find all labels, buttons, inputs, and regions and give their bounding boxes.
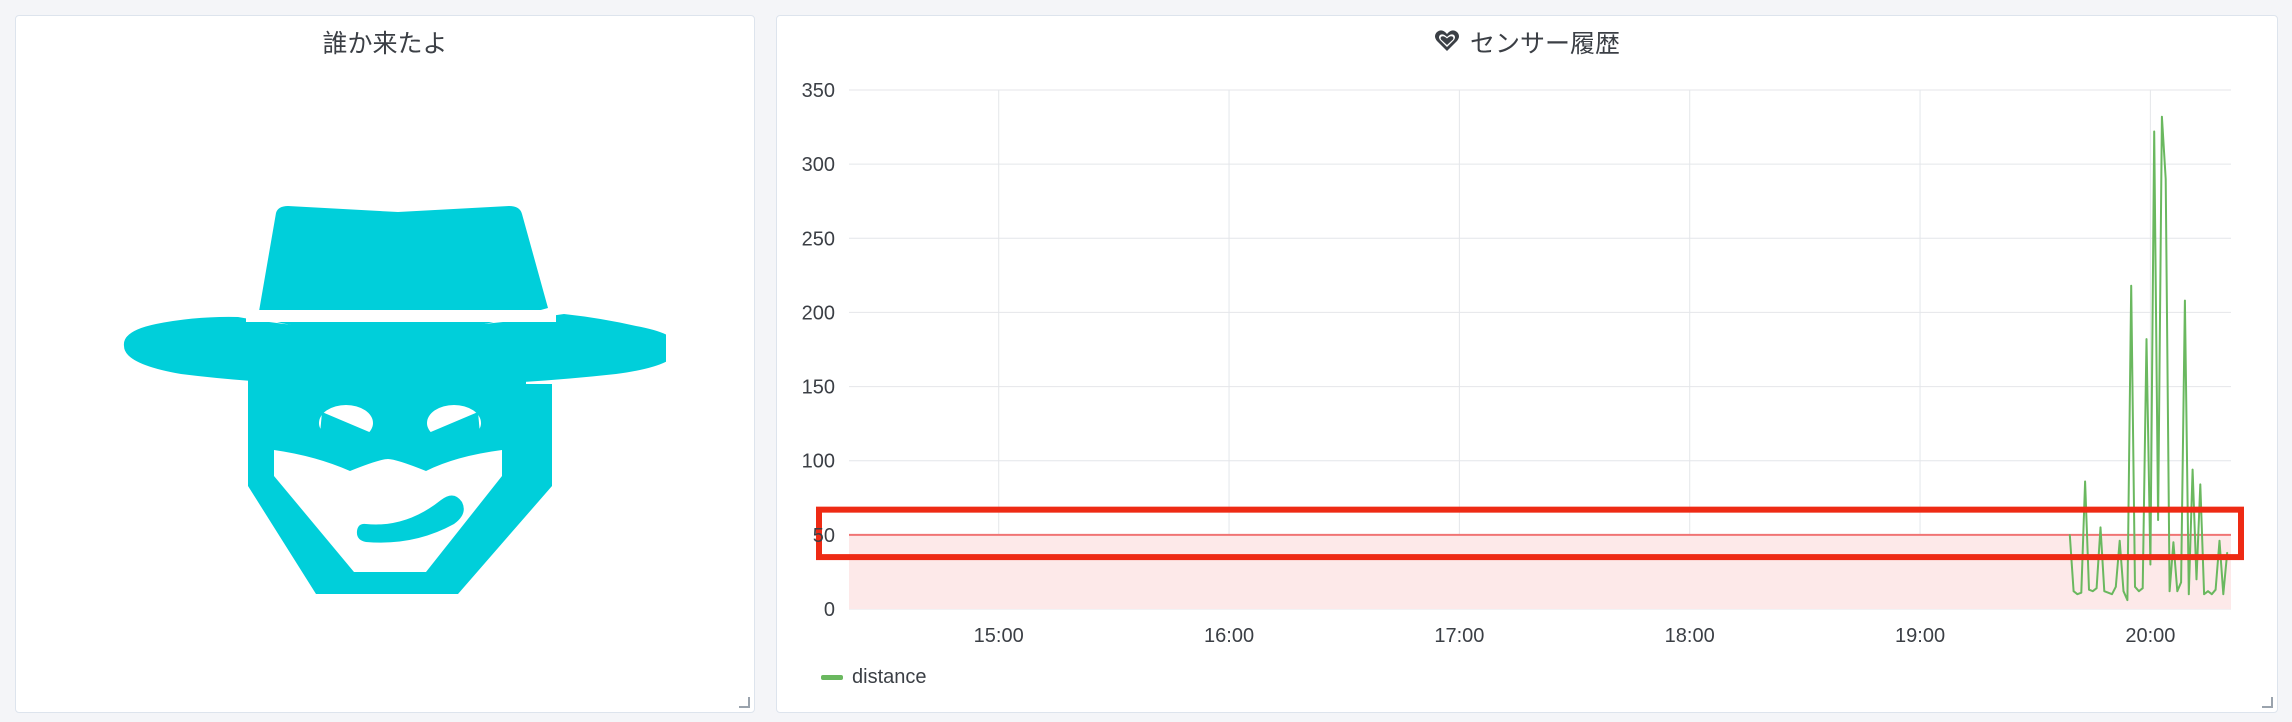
x-tick-label: 16:00 xyxy=(1204,625,1254,647)
y-tick-label: 0 xyxy=(824,599,835,621)
resize-handle-icon[interactable] xyxy=(738,696,750,708)
threshold xyxy=(849,533,2231,609)
data-point xyxy=(2068,534,2071,536)
data-point xyxy=(2076,593,2079,595)
series-line-distance xyxy=(2068,115,2229,602)
data-point xyxy=(2195,578,2198,581)
panel-who-came: 誰か来たよ xyxy=(15,15,755,713)
series xyxy=(2068,115,2229,602)
data-point xyxy=(2157,519,2159,521)
data-point xyxy=(2203,593,2205,595)
y-tick-label: 50 xyxy=(813,525,835,547)
data-point xyxy=(2141,587,2144,590)
data-point xyxy=(2191,468,2194,471)
x-tick-label: 19:00 xyxy=(1895,625,1945,647)
data-point xyxy=(2095,587,2098,590)
data-point xyxy=(2084,480,2086,483)
x-tick-label: 17:00 xyxy=(1434,625,1484,647)
data-point xyxy=(2145,338,2148,340)
data-point xyxy=(2111,593,2113,595)
legend-label: distance xyxy=(852,666,927,688)
data-point xyxy=(2092,590,2094,593)
y-tick-label: 250 xyxy=(802,228,835,250)
legend[interactable]: distance xyxy=(821,666,927,689)
x-tick-label: 20:00 xyxy=(2125,625,2175,647)
threshold-fill xyxy=(849,534,2231,609)
data-point xyxy=(2187,593,2190,595)
data-point xyxy=(2099,526,2102,529)
data-point xyxy=(2180,581,2182,584)
data-point xyxy=(2168,590,2171,593)
x-tick-label: 15:00 xyxy=(974,625,1024,647)
hat xyxy=(123,206,666,386)
y-tick-label: 100 xyxy=(802,451,835,473)
resize-handle-icon[interactable] xyxy=(2261,696,2273,708)
data-point xyxy=(2138,590,2140,593)
data-point xyxy=(2118,539,2121,542)
data-point xyxy=(2130,284,2132,287)
masked-thief-icon xyxy=(123,206,666,594)
data-point xyxy=(2207,590,2209,593)
y-tick-label: 200 xyxy=(802,302,835,324)
y-tick-label: 350 xyxy=(802,80,835,102)
data-point xyxy=(2115,585,2117,588)
data-point xyxy=(2134,585,2136,588)
data-point xyxy=(2153,130,2156,133)
data-point xyxy=(2103,590,2106,593)
panel-title[interactable]: 誰か来たよ xyxy=(16,26,754,62)
data-point xyxy=(2214,588,2217,591)
legend-swatch xyxy=(821,675,843,680)
data-point xyxy=(2222,593,2225,595)
data-point xyxy=(2072,590,2075,593)
y-tick-label: 150 xyxy=(802,377,835,399)
data-point xyxy=(2088,588,2090,591)
data-point xyxy=(2172,541,2175,544)
x-tick-label: 18:00 xyxy=(1665,625,1715,647)
data-point xyxy=(2126,599,2129,601)
data-point xyxy=(2122,590,2125,593)
data-point xyxy=(2080,591,2083,594)
data-point xyxy=(2149,563,2152,566)
data-point xyxy=(2226,551,2228,554)
data-point xyxy=(2211,593,2213,595)
y-tick-label: 300 xyxy=(802,154,835,176)
data-point xyxy=(2218,539,2221,542)
sensor-history-chart[interactable]: 0 50 100 150 200 250 300 350 15:00 16:00 17:00 18:0… xyxy=(777,16,2279,714)
data-point xyxy=(2199,483,2202,486)
data-point xyxy=(2164,178,2167,180)
data-point xyxy=(2176,590,2179,593)
data-point xyxy=(2184,299,2186,302)
grid xyxy=(849,89,2231,610)
data-point xyxy=(2161,115,2163,118)
panel-sensor-history: センサー履歴 0 50 100 150 200 250 300 350 15:00 16:00 17… xyxy=(776,15,2278,713)
data-point xyxy=(2107,591,2109,594)
